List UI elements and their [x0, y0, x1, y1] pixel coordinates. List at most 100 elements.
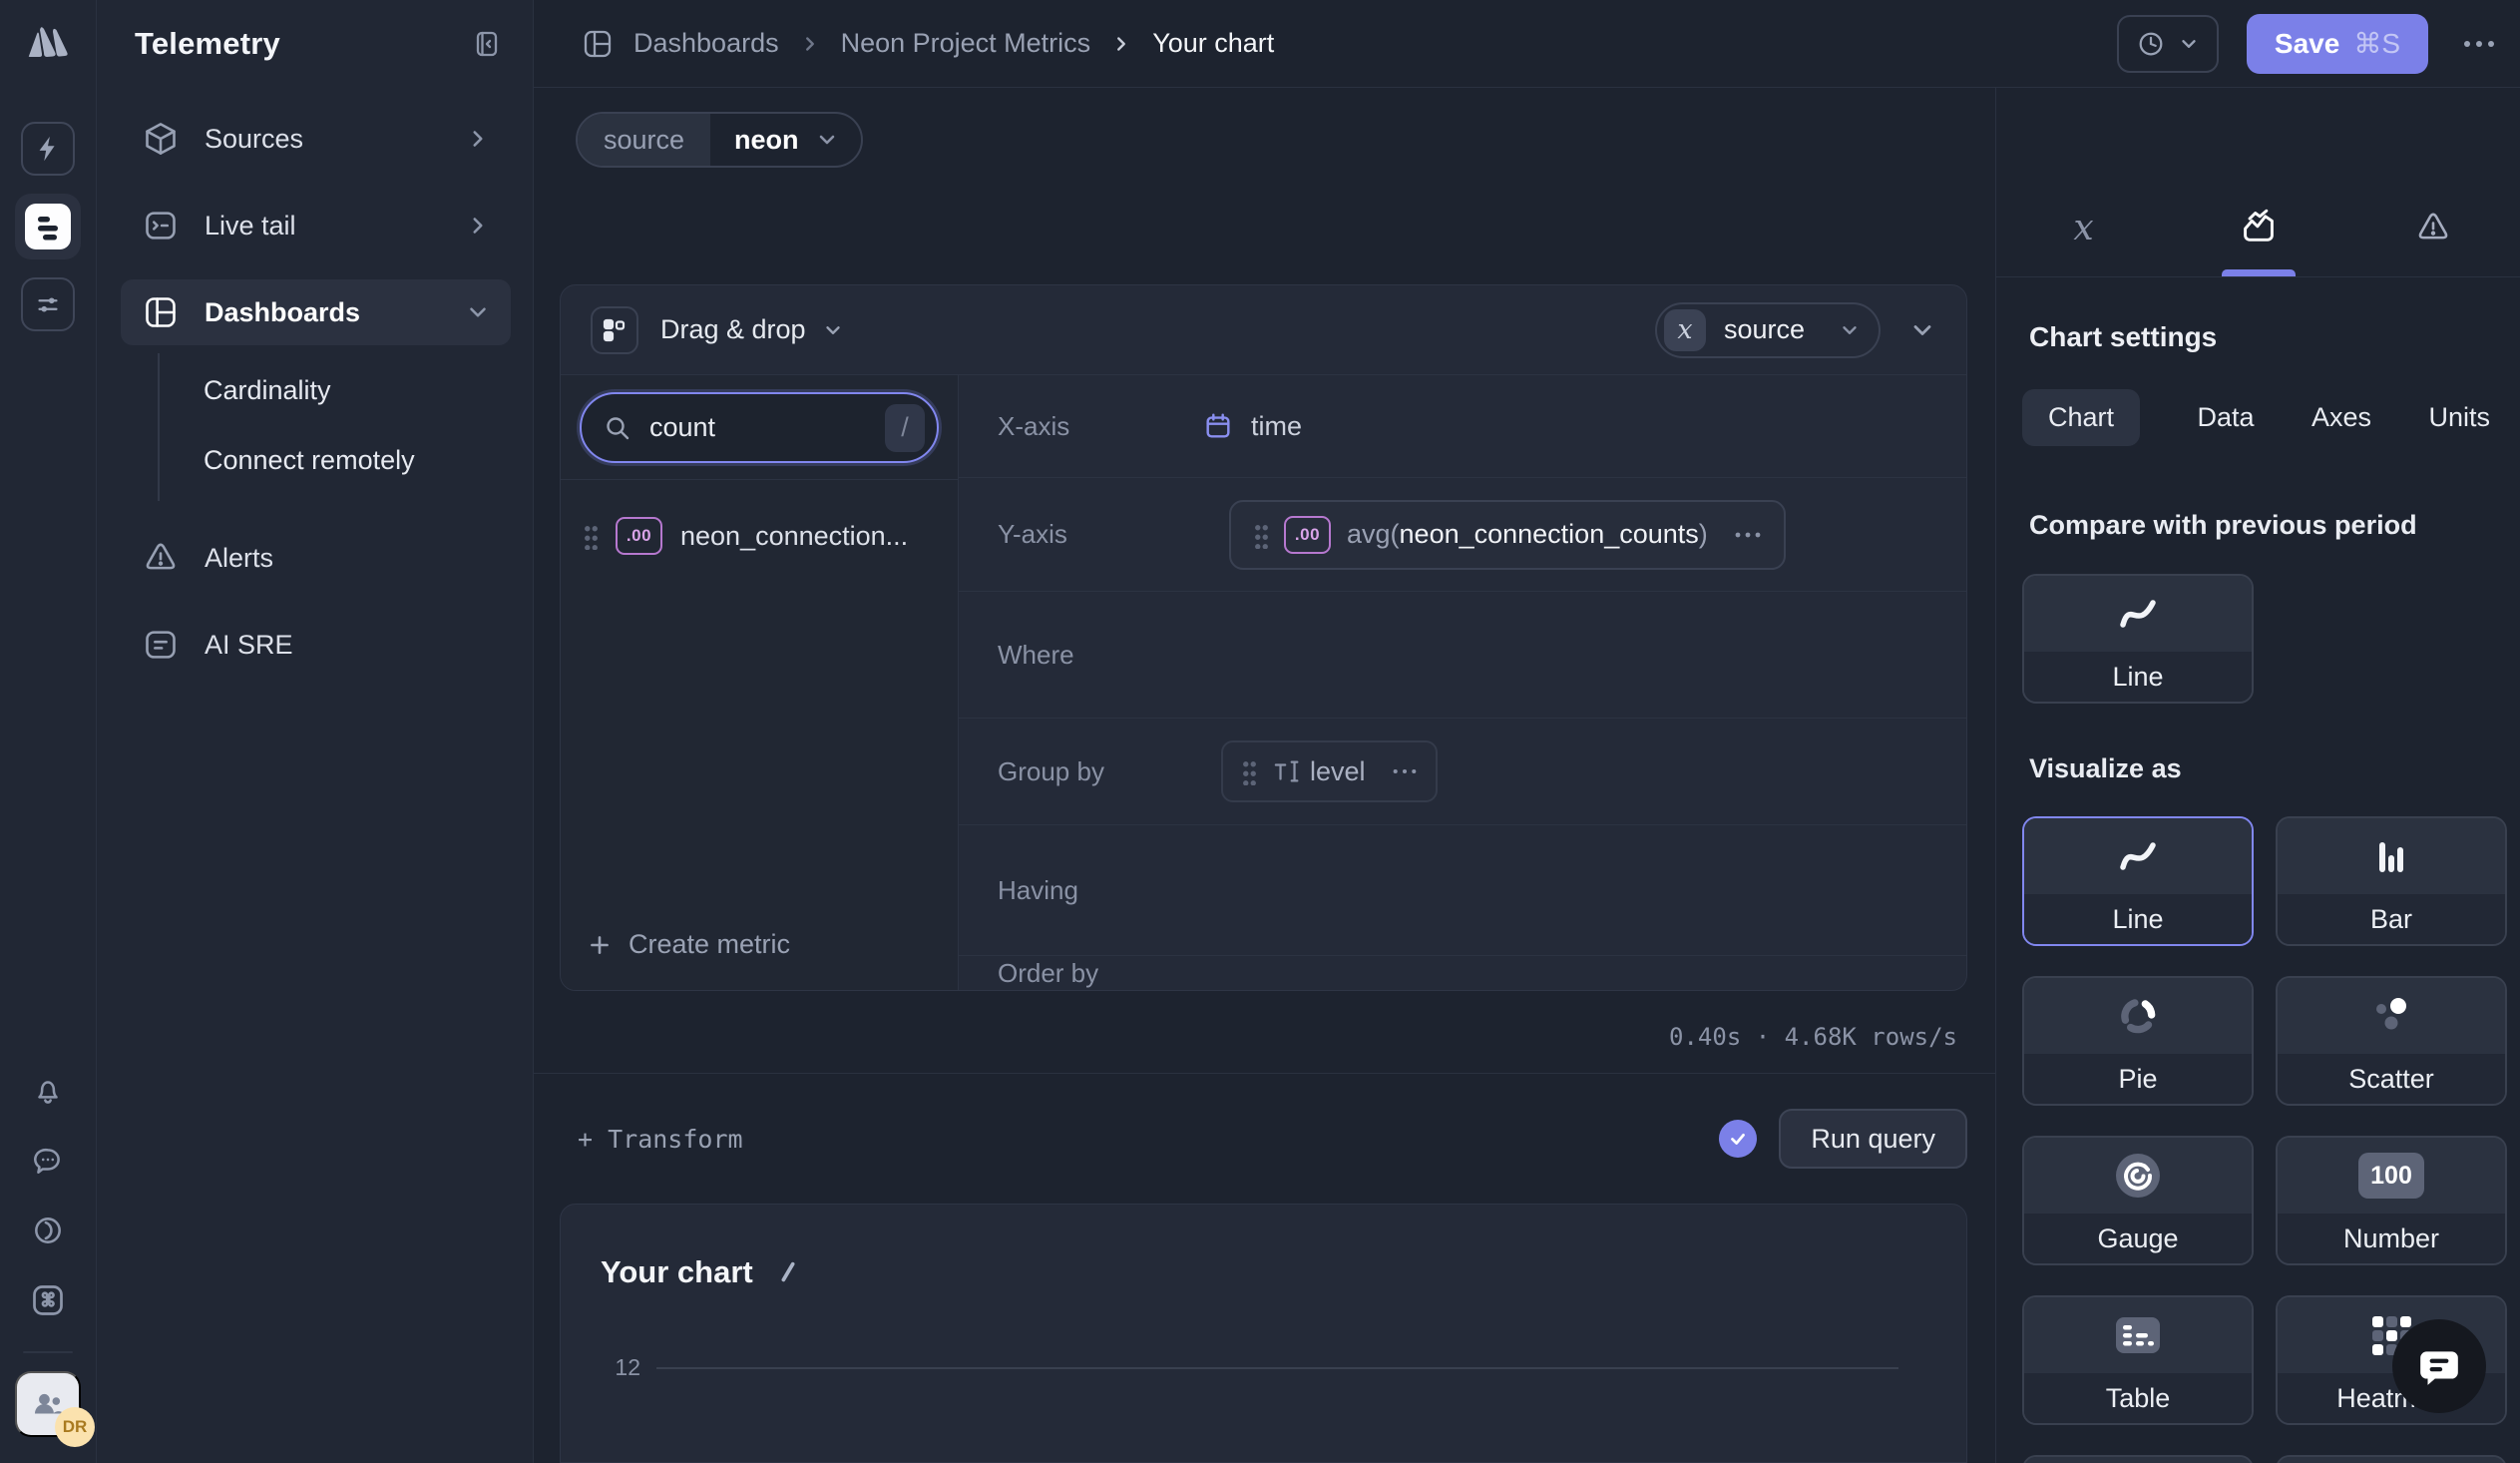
ellipsis-icon — [2462, 39, 2496, 49]
visualize-section-title: Visualize as — [2022, 753, 2504, 784]
area-chart-icon — [2240, 209, 2278, 246]
metric-search-input[interactable]: count / — [580, 392, 939, 463]
group-by-row: Group by level — [959, 719, 1966, 825]
chip-menu-icon[interactable] — [1734, 531, 1762, 539]
table-icon — [2112, 1313, 2164, 1357]
x-axis-row[interactable]: X-axis — [959, 375, 1966, 478]
aggregation-field: neon_connection_counts — [1400, 519, 1699, 550]
x-field-selector[interactable]: x source — [1655, 302, 1881, 358]
chevron-down-icon — [1908, 316, 1936, 344]
viz-option-scatter[interactable]: Scatter — [2276, 976, 2507, 1106]
save-button[interactable]: Save ⌘S — [2247, 14, 2428, 74]
sidebar-item-label: Sources — [205, 124, 303, 155]
save-shortcut-hint: ⌘S — [2353, 27, 2400, 60]
run-query-button[interactable]: Run query — [1779, 1109, 1967, 1169]
time-range-button[interactable] — [2117, 15, 2219, 73]
theme-button[interactable] — [25, 1208, 71, 1253]
drag-handle-icon[interactable] — [1241, 757, 1256, 785]
app-title: Telemetry — [135, 26, 280, 62]
group-by-value: level — [1310, 756, 1366, 787]
metric-name: neon_connection... — [680, 521, 908, 552]
tab-warnings[interactable] — [2345, 203, 2520, 252]
save-button-label: Save — [2275, 28, 2339, 60]
where-label: Where — [998, 640, 1190, 671]
breadcrumb-dashboard-name[interactable]: Neon Project Metrics — [841, 28, 1091, 59]
viz-option-line[interactable]: Line — [2022, 816, 2254, 946]
notifications-button[interactable] — [25, 1068, 71, 1114]
rail-logs-button[interactable] — [25, 204, 71, 249]
logs-icon — [25, 204, 71, 249]
sidebar-collapse-button[interactable] — [471, 28, 503, 60]
sidebar-item-cardinality[interactable]: Cardinality — [121, 355, 511, 425]
tab-chart[interactable]: Chart — [2022, 389, 2140, 446]
viz-option-number[interactable]: 100 Number — [2276, 1136, 2507, 1265]
sidebar-item-ai-sre[interactable]: AI SRE — [121, 612, 511, 678]
aggregation-fn-close: ) — [1699, 519, 1708, 550]
tab-axes[interactable]: Axes — [2311, 389, 2371, 446]
compare-option-line[interactable]: Line — [2022, 574, 2254, 704]
viz-option-gauge[interactable]: Gauge — [2022, 1136, 2254, 1265]
chart-axis-row: 12 — [601, 1354, 1926, 1381]
viz-option-legend[interactable] — [2022, 1455, 2254, 1463]
clock-icon — [2136, 29, 2166, 59]
query-mode-selector[interactable]: Drag & drop — [638, 314, 844, 345]
where-row[interactable]: Where — [959, 592, 1966, 719]
viz-option-bar[interactable]: Bar — [2276, 816, 2507, 946]
search-shortcut-badge: / — [885, 404, 925, 452]
line-curve-icon — [2116, 838, 2160, 874]
sidebar-item-live-tail[interactable]: Live tail — [121, 193, 511, 258]
more-menu-button[interactable] — [2456, 33, 2502, 55]
y-axis-aggregation-chip[interactable]: .00 avg(neon_connection_counts) — [1229, 500, 1786, 570]
viz-option-label: Scatter — [2278, 1054, 2505, 1104]
drag-handle-icon[interactable] — [1253, 521, 1268, 549]
message-lines-icon — [143, 627, 179, 663]
edit-title-button[interactable] — [775, 1259, 801, 1285]
rail-flows-button[interactable] — [21, 122, 75, 176]
create-metric-label: Create metric — [629, 929, 790, 960]
y-axis-row: Y-axis .00 avg(neon_connection_counts) — [959, 478, 1966, 592]
breadcrumb-dashboards[interactable]: Dashboards — [633, 28, 779, 59]
add-transform-button[interactable]: + Transform — [578, 1125, 743, 1154]
sidebar-item-sources[interactable]: Sources — [121, 106, 511, 172]
builder-collapse-button[interactable] — [1908, 316, 1936, 344]
sidebar-item-alerts[interactable]: Alerts — [121, 525, 511, 591]
tab-variables[interactable]: x — [1996, 203, 2171, 252]
viz-option-pie[interactable]: Pie — [2022, 976, 2254, 1106]
sidebar-item-dashboards[interactable]: Dashboards — [121, 279, 511, 345]
viz-option-table[interactable]: Table — [2022, 1295, 2254, 1425]
viz-option-text-style[interactable]: Aa — [2276, 1455, 2507, 1463]
having-row[interactable]: Having — [959, 825, 1966, 956]
order-by-row[interactable]: Order by — [959, 956, 1966, 990]
sidebar-item-label: Dashboards — [205, 297, 360, 328]
sidebar-item-connect-remotely[interactable]: Connect remotely — [121, 425, 511, 495]
transform-row: + Transform Run query — [534, 1074, 1995, 1204]
query-rows: X-axis — [959, 375, 1966, 990]
y-axis-label: Y-axis — [998, 519, 1190, 550]
drag-handle-icon[interactable] — [583, 522, 598, 550]
group-by-label: Group by — [998, 756, 1182, 787]
viz-option-label: Gauge — [2024, 1214, 2252, 1263]
support-chat-button[interactable] — [2392, 1319, 2486, 1413]
metric-list-item[interactable]: .00 neon_connection... — [561, 504, 958, 568]
query-builder-header: Drag & drop x source — [561, 285, 1966, 375]
tab-data[interactable]: Data — [2197, 389, 2254, 446]
numeric-metric-badge: .00 — [1284, 516, 1331, 554]
group-by-chip[interactable]: level — [1221, 740, 1438, 802]
user-avatar[interactable]: DR — [15, 1371, 81, 1437]
feedback-button[interactable] — [25, 1138, 71, 1184]
rail-settings-button[interactable] — [21, 277, 75, 331]
gridline — [656, 1367, 1898, 1369]
number-badge-icon: 100 — [2358, 1153, 2424, 1199]
sliders-icon — [33, 289, 63, 319]
tab-units[interactable]: Units — [2428, 389, 2490, 446]
avatar-initials-badge: DR — [55, 1407, 95, 1447]
shortcuts-button[interactable] — [25, 1277, 71, 1323]
source-filter[interactable]: source neon — [576, 112, 863, 168]
chip-menu-icon[interactable] — [1392, 767, 1418, 775]
create-metric-button[interactable]: Create metric — [561, 929, 958, 990]
chart-title: Your chart — [601, 1254, 753, 1290]
chevron-right-icon — [799, 33, 821, 55]
tab-chart-settings[interactable] — [2171, 203, 2345, 252]
query-valid-check-icon — [1719, 1120, 1757, 1158]
viz-option-label: Number — [2278, 1214, 2505, 1263]
